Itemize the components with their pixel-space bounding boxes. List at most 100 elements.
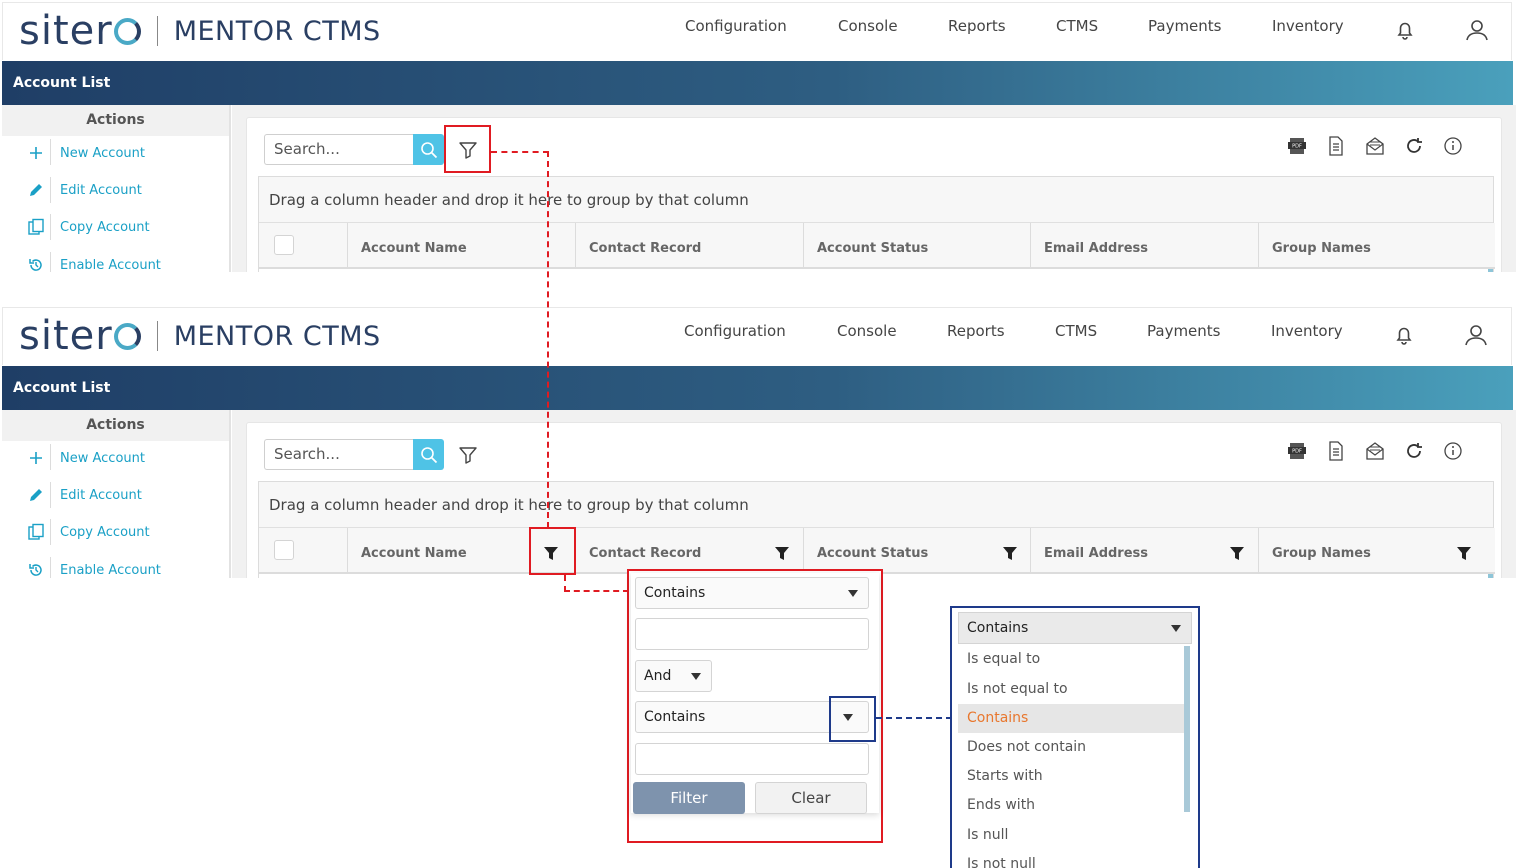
bell-icon[interactable] xyxy=(1393,18,1417,42)
sidebar-item-label: Enable Account xyxy=(60,257,161,273)
page-title: Account List xyxy=(2,61,1513,105)
pdf-export-icon[interactable]: PDF xyxy=(1285,439,1309,463)
filter-value-input-2[interactable] xyxy=(635,743,869,775)
info-icon[interactable] xyxy=(1441,134,1465,158)
nav-configuration[interactable]: Configuration xyxy=(684,322,786,340)
column-filter-highlight xyxy=(529,527,576,575)
nav-ctms[interactable]: CTMS xyxy=(1055,322,1097,340)
column-header-group-names[interactable]: Group Names xyxy=(1258,223,1487,269)
sidebar-item-label: New Account xyxy=(60,450,145,466)
column-filter-icon[interactable] xyxy=(774,546,790,562)
filter-value-input-1[interactable] xyxy=(635,618,869,650)
plus-icon xyxy=(26,448,46,468)
clear-button[interactable]: Clear xyxy=(755,782,867,814)
column-filter-icon[interactable] xyxy=(1456,546,1472,562)
column-header-email-address[interactable]: Email Address xyxy=(1030,528,1258,574)
funnel-icon xyxy=(459,447,477,464)
column-header-contact-record[interactable]: Contact Record xyxy=(575,223,803,269)
nav-console[interactable]: Console xyxy=(838,17,898,35)
nav-console[interactable]: Console xyxy=(837,322,897,340)
connector-line xyxy=(547,151,549,528)
sidebar-item-new-account[interactable]: New Account xyxy=(26,446,145,470)
operator-select-1[interactable]: Contains xyxy=(635,577,869,609)
sidebar-item-label: New Account xyxy=(60,145,145,161)
nav-reports[interactable]: Reports xyxy=(947,322,1005,340)
column-header-account-status[interactable]: Account Status xyxy=(803,528,1030,574)
grid-scrollbar[interactable] xyxy=(1488,574,1493,578)
sidebar-item-enable-account[interactable]: Enable Account xyxy=(26,558,161,578)
logic-select[interactable]: And xyxy=(635,660,712,692)
page-title: Account List xyxy=(2,366,1513,410)
search-icon xyxy=(420,446,437,463)
account-grid-card: Search... PDF Drag a column header and d… xyxy=(246,117,1502,272)
top-navbar: siter MENTOR CTMS Configuration Console … xyxy=(2,2,1512,60)
search-button[interactable] xyxy=(413,134,444,165)
refresh-icon[interactable] xyxy=(1402,134,1426,158)
search-input[interactable]: Search... xyxy=(264,439,413,470)
pdf-export-icon[interactable]: PDF xyxy=(1285,134,1309,158)
column-header-account-name[interactable]: Account Name xyxy=(347,223,575,269)
chevron-down-icon xyxy=(691,673,701,680)
actions-heading: Actions xyxy=(2,410,229,441)
nav-inventory[interactable]: Inventory xyxy=(1272,17,1344,35)
sidebar-item-enable-account[interactable]: Enable Account xyxy=(26,253,161,272)
group-by-drop-zone[interactable]: Drag a column header and drop it here to… xyxy=(259,482,1493,528)
sidebar-item-new-account[interactable]: New Account xyxy=(26,141,145,165)
screenshot-panel-before: siter MENTOR CTMS Configuration Console … xyxy=(0,0,1516,272)
user-icon[interactable] xyxy=(1465,18,1489,42)
plus-icon xyxy=(26,143,46,163)
sidebar-item-label: Copy Account xyxy=(60,524,150,540)
accounts-grid: Drag a column header and drop it here to… xyxy=(258,481,1495,578)
group-by-drop-zone[interactable]: Drag a column header and drop it here to… xyxy=(259,177,1493,223)
connector-line xyxy=(491,151,549,153)
actions-heading: Actions xyxy=(2,105,229,136)
nav-payments[interactable]: Payments xyxy=(1148,17,1221,35)
filter-button[interactable]: Filter xyxy=(633,782,745,814)
grid-scrollbar[interactable] xyxy=(1488,269,1493,272)
email-icon[interactable] xyxy=(1363,134,1387,158)
filter-toggle-button[interactable] xyxy=(454,441,482,469)
search-button[interactable] xyxy=(413,439,444,470)
sidebar-item-edit-account[interactable]: Edit Account xyxy=(26,483,142,507)
content-area: Search... PDF Drag a column header and d… xyxy=(232,105,1516,272)
operator-dropdown-highlight xyxy=(829,696,876,742)
search-input[interactable]: Search... xyxy=(264,134,413,165)
bell-icon[interactable] xyxy=(1392,323,1416,347)
nav-configuration[interactable]: Configuration xyxy=(685,17,787,35)
column-filter-icon[interactable] xyxy=(1229,546,1245,562)
svg-text:PDF: PDF xyxy=(1292,144,1302,150)
document-export-icon[interactable] xyxy=(1324,439,1348,463)
svg-text:PDF: PDF xyxy=(1292,449,1302,455)
sidebar-item-label: Edit Account xyxy=(60,182,142,198)
user-icon[interactable] xyxy=(1464,323,1488,347)
nav-ctms[interactable]: CTMS xyxy=(1056,17,1098,35)
pencil-icon xyxy=(26,180,46,200)
refresh-icon[interactable] xyxy=(1402,439,1426,463)
column-filter-icon[interactable] xyxy=(1002,546,1018,562)
account-grid-card: Search... PDF Drag a column header and d… xyxy=(246,422,1502,578)
screenshot-panel-after: siter MENTOR CTMS Configuration Console … xyxy=(0,305,1516,578)
select-all-checkbox[interactable] xyxy=(274,540,294,560)
sidebar-item-edit-account[interactable]: Edit Account xyxy=(26,178,142,202)
sidebar-item-copy-account[interactable]: Copy Account xyxy=(26,215,150,239)
connector-line xyxy=(564,590,629,592)
email-icon[interactable] xyxy=(1363,439,1387,463)
column-header-account-status[interactable]: Account Status xyxy=(803,223,1030,269)
nav-inventory[interactable]: Inventory xyxy=(1271,322,1343,340)
nav-payments[interactable]: Payments xyxy=(1147,322,1220,340)
top-navbar: siter MENTOR CTMS Configuration Console … xyxy=(2,307,1512,365)
sidebar-item-copy-account[interactable]: Copy Account xyxy=(26,520,150,544)
connector-line xyxy=(876,717,952,719)
info-icon[interactable] xyxy=(1441,439,1465,463)
actions-sidebar: Actions New Account Edit Account Copy Ac… xyxy=(2,410,231,578)
column-header-email-address[interactable]: Email Address xyxy=(1030,223,1258,269)
nav-reports[interactable]: Reports xyxy=(948,17,1006,35)
restore-icon xyxy=(26,560,46,578)
document-export-icon[interactable] xyxy=(1324,134,1348,158)
column-header-group-names[interactable]: Group Names xyxy=(1258,528,1487,574)
copy-icon xyxy=(26,217,46,237)
grid-header-row: Account Name Contact Record Account Stat… xyxy=(259,223,1495,269)
column-header-contact-record[interactable]: Contact Record xyxy=(575,528,803,574)
restore-icon xyxy=(26,255,46,272)
select-all-checkbox[interactable] xyxy=(274,235,294,255)
